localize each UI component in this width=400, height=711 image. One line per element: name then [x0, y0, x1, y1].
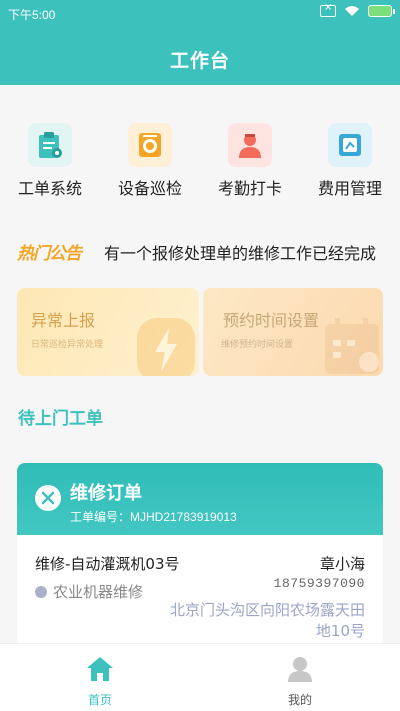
wifi-icon [345, 6, 359, 16]
wrench-icon [35, 485, 61, 511]
worker-icon [228, 123, 272, 167]
clipboard-icon [28, 123, 72, 167]
order-header: 维修订单 工单编号：MJHD21783919013 [17, 463, 383, 535]
menu-finance-label: 费用管理 [317, 179, 382, 198]
feature-cards: 异常上报 日常巡检异常处理 预约时间设置 维修预约时间设置 [0, 288, 400, 378]
lightning-icon [137, 318, 195, 376]
category-icon [35, 585, 47, 598]
appointment-time-subtitle: 维修预约时间设置 [221, 340, 294, 350]
menu-finance[interactable]: 费用管理 [300, 110, 400, 205]
order-type-label: 农业机器维修 [53, 583, 144, 601]
menu-attendance-label: 考勤打卡 [217, 179, 282, 198]
inspect-icon [128, 123, 172, 167]
appointment-time-card[interactable]: 预约时间设置 维修预约时间设置 [203, 288, 383, 376]
status-bar: 下午5:00 [0, 0, 400, 28]
page-title: 工作台 [169, 50, 230, 72]
abnormal-report-subtitle: 日常巡检异常处理 [31, 340, 104, 350]
order-type: 农业机器维修 [35, 581, 143, 602]
abnormal-report-card[interactable]: 异常上报 日常巡检异常处理 [17, 288, 199, 376]
finance-icon [328, 123, 372, 167]
menu-attendance[interactable]: 考勤打卡 [200, 110, 300, 205]
order-person: 章小海 [319, 555, 365, 573]
order-address: 北京门头沟区向阳农场露天田地10号 [169, 601, 365, 640]
quick-menu: 工单系统 设备巡检 考勤打卡 费用管理 [0, 110, 400, 205]
calendar-icon [325, 318, 379, 374]
menu-inspection[interactable]: 设备巡检 [100, 110, 200, 205]
home-icon [87, 657, 113, 681]
notice-tag: 热门公告 [17, 244, 82, 264]
user-icon [288, 657, 312, 682]
tab-bar: 首页 我的 [0, 643, 400, 711]
tab-home-label: 首页 [87, 693, 112, 707]
menu-work-order[interactable]: 工单系统 [0, 110, 100, 205]
appointment-time-title: 预约时间设置 [223, 311, 320, 330]
notice-bar[interactable]: 热门公告 有一个报修处理单的维修工作已经完成 [0, 232, 400, 268]
no-sim-icon [320, 2, 336, 17]
tab-me-label: 我的 [287, 693, 312, 707]
status-time: 下午5:00 [8, 8, 56, 22]
status-icons [320, 2, 395, 17]
order-machine: 维修-自动灌溉机03号 [35, 555, 180, 573]
order-phone: 18759397090 [273, 576, 365, 591]
battery-icon [368, 5, 395, 17]
notice-text[interactable]: 有一个报修处理单的维修工作已经完成 [104, 240, 390, 264]
tab-home[interactable]: 首页 [0, 644, 200, 711]
pending-orders-title: 待上门工单 [18, 409, 103, 429]
order-number: 工单编号：MJHD21783919013 [70, 510, 237, 524]
tab-me[interactable]: 我的 [200, 644, 400, 711]
order-title: 维修订单 [70, 483, 142, 504]
abnormal-report-title: 异常上报 [31, 311, 96, 330]
order-card[interactable]: 维修订单 工单编号：MJHD21783919013 维修-自动灌溉机03号 章小… [17, 463, 383, 653]
menu-work-order-label: 工单系统 [17, 179, 82, 198]
menu-inspection-label: 设备巡检 [117, 179, 182, 198]
app-header: 下午5:00 工作台 [0, 0, 400, 85]
